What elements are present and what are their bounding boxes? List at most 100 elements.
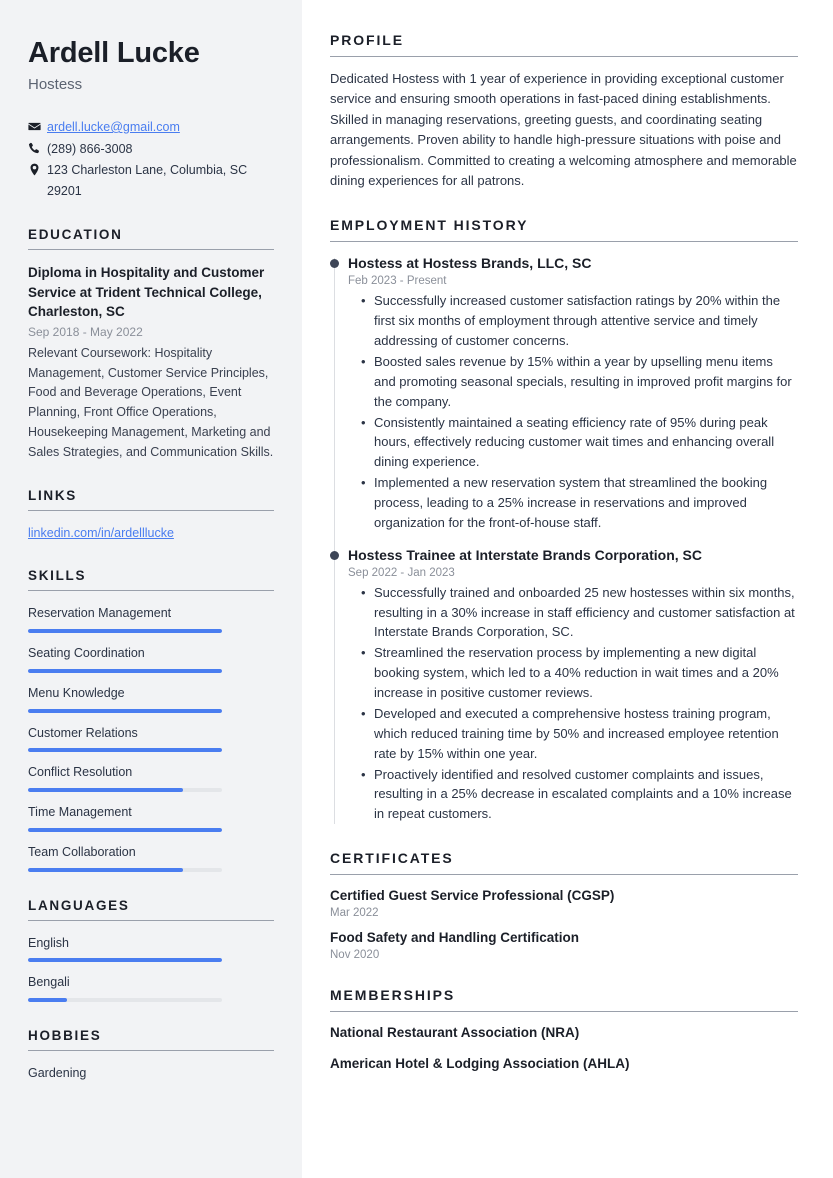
- language-label: English: [28, 935, 69, 950]
- education-description: Relevant Coursework: Hospitality Managem…: [28, 345, 274, 459]
- membership-item: American Hotel & Lodging Association (AH…: [330, 1055, 630, 1071]
- skill-level-bar: [28, 668, 222, 673]
- job-date: Sep 2022 - Jan 2023: [348, 566, 455, 579]
- skill-level-fill: [28, 827, 222, 832]
- job-bullet: Developed and executed a comprehensive h…: [361, 704, 798, 764]
- contact-address-text: 123 Charleston Lane, Columbia, SC 29201: [47, 163, 248, 198]
- hobby-item: Gardening: [28, 1066, 87, 1081]
- divider-links: [28, 510, 274, 512]
- job-title: Hostess at Hostess Brands, LLC, SC: [348, 255, 592, 272]
- divider-skills: [28, 590, 274, 592]
- section-heading-links: LINKS: [28, 488, 77, 504]
- certificate-date: Mar 2022: [330, 907, 379, 920]
- section-links: LINKS linkedin.com/in/ardelllucke: [28, 488, 274, 542]
- skill-level-fill: [28, 788, 184, 793]
- skill-label: Customer Relations: [28, 725, 138, 740]
- skill-item: Customer Relations: [28, 724, 274, 753]
- section-memberships: MEMBERSHIPS National Restaurant Associat…: [330, 987, 798, 1074]
- section-heading-hobbies: HOBBIES: [28, 1028, 102, 1044]
- candidate-job-title: Hostess: [28, 75, 83, 93]
- skill-level-bar: [28, 708, 222, 713]
- skill-level-fill: [28, 867, 184, 872]
- skill-level-bar: [28, 867, 222, 872]
- certificate-date: Nov 2020: [330, 949, 380, 961]
- phone-icon: [28, 139, 47, 155]
- language-level-bar: [28, 998, 222, 1003]
- section-hobbies: HOBBIES Gardening: [28, 1028, 274, 1083]
- education-title: Diploma in Hospitality and Customer Serv…: [28, 265, 265, 319]
- sidebar: Ardell Lucke Hostess ardell.lucke@gmail.…: [0, 0, 302, 1178]
- section-profile: PROFILE Dedicated Hostess with 1 year of…: [330, 32, 798, 191]
- skill-level-bar: [28, 827, 222, 832]
- skill-item: Team Collaboration: [28, 843, 274, 872]
- employment-timeline: Hostess at Hostess Brands, LLC, SC Feb 2…: [330, 254, 798, 824]
- language-label: Bengali: [28, 975, 70, 990]
- name-block: Ardell Lucke Hostess: [28, 37, 274, 93]
- job-bullet: Consistently maintained a seating effici…: [361, 413, 798, 473]
- linkedin-link[interactable]: linkedin.com/in/ardelllucke: [28, 526, 174, 540]
- divider-hobbies: [28, 1050, 274, 1052]
- language-item: Bengali: [28, 973, 274, 1003]
- language-level-bar: [28, 958, 222, 963]
- divider-certificates: [330, 874, 798, 876]
- job-title: Hostess Trainee at Interstate Brands Cor…: [348, 546, 702, 563]
- divider-education: [28, 249, 274, 251]
- certificate-name: Food Safety and Handling Certification: [330, 930, 580, 946]
- skill-level-fill: [28, 708, 222, 713]
- skill-label: Reservation Management: [28, 606, 172, 621]
- certificate-name: Certified Guest Service Professional (CG…: [330, 888, 615, 904]
- envelope-icon: [28, 117, 47, 133]
- certificate-item: Food Safety and Handling Certification N…: [330, 929, 798, 961]
- job-bullets: Successfully increased customer satisfac…: [348, 291, 798, 533]
- section-employment-history: EMPLOYMENT HISTORY Hostess at Hostess Br…: [330, 217, 798, 824]
- skill-item: Time Management: [28, 803, 274, 832]
- skills-list: Reservation Management Seating Coordinat…: [28, 604, 274, 872]
- job-bullet: Streamlined the reservation process by i…: [361, 643, 798, 703]
- skill-level-fill: [28, 748, 222, 753]
- certificate-item: Certified Guest Service Professional (CG…: [330, 887, 798, 919]
- section-heading-certificates: CERTIFICATES: [330, 850, 454, 867]
- contact-email-row: ardell.lucke@gmail.com: [28, 117, 274, 138]
- job-date: Feb 2023 - Present: [348, 275, 447, 288]
- job-entry: Hostess at Hostess Brands, LLC, SC Feb 2…: [330, 254, 798, 533]
- section-languages: LANGUAGES English Bengali: [28, 898, 274, 1003]
- job-bullet: Proactively identified and resolved cust…: [361, 765, 798, 825]
- language-level-fill: [28, 998, 67, 1003]
- contact-address-row: 123 Charleston Lane, Columbia, SC 29201: [28, 160, 274, 201]
- skill-item: Conflict Resolution: [28, 763, 274, 793]
- candidate-name: Ardell Lucke: [28, 37, 200, 69]
- location-pin-icon: [28, 160, 47, 176]
- divider-memberships: [330, 1011, 798, 1012]
- education-date: Sep 2018 - May 2022: [28, 324, 143, 339]
- job-bullet: Implemented a new reservation system tha…: [361, 473, 798, 533]
- job-bullet: Successfully trained and onboarded 25 ne…: [361, 583, 798, 643]
- skill-item: Menu Knowledge: [28, 684, 274, 713]
- section-heading-skills: SKILLS: [28, 568, 87, 584]
- contact-phone-row: (289) 866-3008: [28, 139, 274, 160]
- resume-page: Ardell Lucke Hostess ardell.lucke@gmail.…: [0, 0, 833, 1178]
- membership-item: National Restaurant Association (NRA): [330, 1025, 580, 1040]
- skill-level-fill: [28, 668, 222, 673]
- contact-phone-text: (289) 866-3008: [47, 141, 133, 156]
- skill-label: Time Management: [28, 805, 132, 820]
- contact-list: ardell.lucke@gmail.com (289) 866-3008 12…: [28, 117, 274, 202]
- main-column: PROFILE Dedicated Hostess with 1 year of…: [302, 0, 833, 1178]
- divider-employment: [330, 241, 798, 243]
- divider-profile: [330, 56, 798, 57]
- email-link[interactable]: ardell.lucke@gmail.com: [47, 120, 180, 134]
- skill-label: Seating Coordination: [28, 646, 145, 661]
- job-bullets: Successfully trained and onboarded 25 ne…: [348, 583, 798, 825]
- job-bullet: Boosted sales revenue by 15% within a ye…: [361, 352, 798, 412]
- section-heading-memberships: MEMBERSHIPS: [330, 987, 456, 1003]
- section-certificates: CERTIFICATES Certified Guest Service Pro…: [330, 850, 798, 961]
- contact-email-text[interactable]: ardell.lucke@gmail.com: [47, 117, 274, 138]
- skill-level-fill: [28, 629, 222, 634]
- section-heading-languages: LANGUAGES: [28, 897, 130, 913]
- skill-label: Team Collaboration: [28, 844, 136, 859]
- section-heading-profile: PROFILE: [330, 32, 404, 48]
- skill-item: Reservation Management: [28, 604, 274, 634]
- job-entry: Hostess Trainee at Interstate Brands Cor…: [330, 546, 798, 825]
- skill-item: Seating Coordination: [28, 644, 274, 673]
- job-bullet: Successfully increased customer satisfac…: [361, 291, 798, 351]
- section-skills: SKILLS Reservation Management Seating Co…: [28, 568, 274, 872]
